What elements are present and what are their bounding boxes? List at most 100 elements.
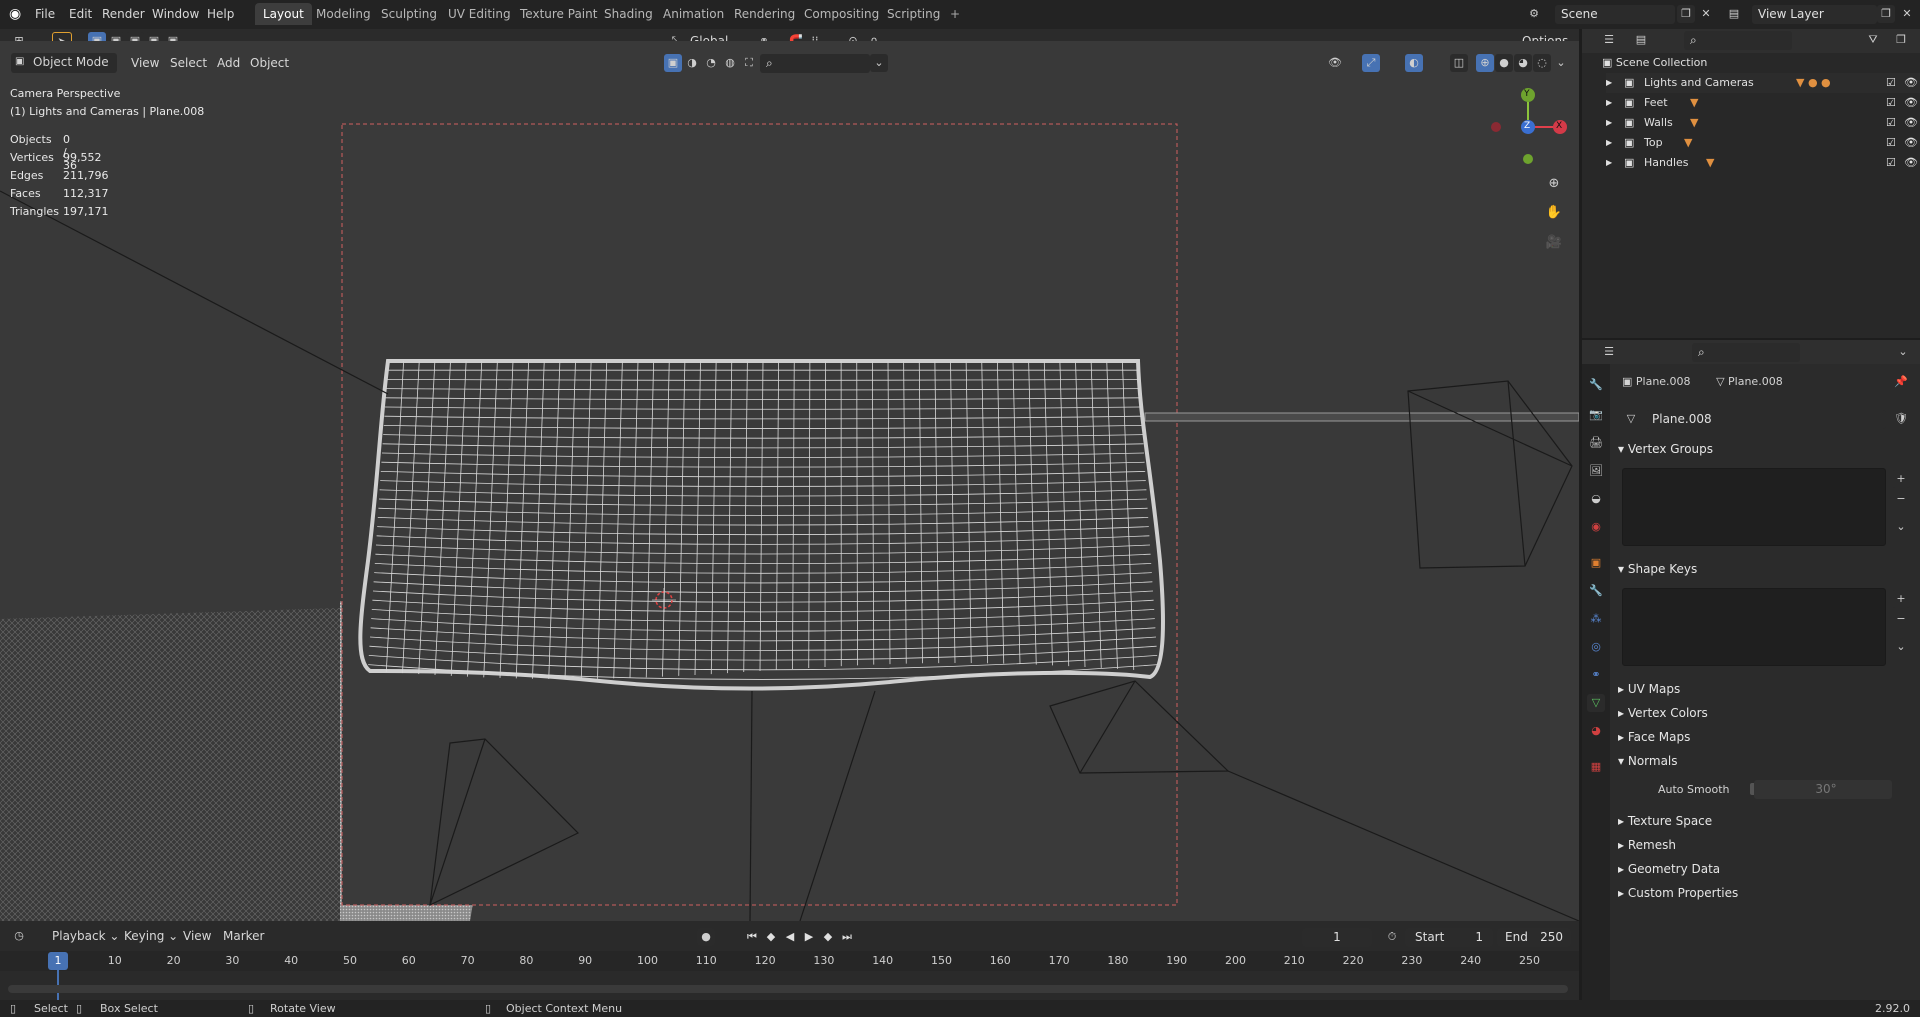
- add-vertex-group-icon[interactable]: +: [1892, 470, 1910, 488]
- tab-animation[interactable]: Animation: [655, 3, 732, 25]
- shading-wireframe-icon[interactable]: ⊕: [1476, 54, 1494, 72]
- outliner-row-lights-and-cameras[interactable]: ▶ ▣ Lights and Cameras ▼ ● ● ☑ 👁: [1606, 73, 1920, 93]
- world-tab-icon[interactable]: ◉: [1587, 518, 1605, 536]
- pin-icon[interactable]: 📌: [1892, 373, 1910, 391]
- expand-arrow-icon[interactable]: ▶: [1606, 133, 1612, 153]
- blender-logo-icon[interactable]: ◉: [9, 6, 25, 22]
- panel-vertex-colors[interactable]: ▸ Vertex Colors: [1618, 702, 1908, 724]
- 3d-viewport[interactable]: Camera Perspective (1) Lights and Camera…: [0, 41, 1579, 921]
- properties-editor-icon[interactable]: ☰: [1600, 343, 1618, 361]
- filter-box-icon[interactable]: ▣: [664, 54, 682, 72]
- filter-dropdown-icon[interactable]: ⌄: [870, 54, 888, 72]
- view-layer-field[interactable]: View Layer: [1752, 5, 1877, 24]
- navigation-gizmo[interactable]: Y X Z: [1488, 87, 1568, 167]
- tab-scripting[interactable]: Scripting: [879, 3, 948, 25]
- panel-geometry-data[interactable]: ▸ Geometry Data: [1618, 858, 1908, 880]
- panel-texture-space[interactable]: ▸ Texture Space: [1618, 810, 1908, 832]
- vertex-groups-list[interactable]: [1622, 468, 1886, 546]
- auto-smooth-angle-field[interactable]: 30°: [1754, 780, 1892, 799]
- remove-vertex-group-icon[interactable]: −: [1892, 490, 1910, 508]
- panel-remesh[interactable]: ▸ Remesh: [1618, 834, 1908, 856]
- play-reverse-icon[interactable]: ◀: [783, 930, 797, 944]
- properties-search-input[interactable]: ⌕: [1692, 343, 1800, 362]
- panel-normals[interactable]: ▾ Normals: [1618, 750, 1908, 772]
- output-tab-icon[interactable]: 🖨: [1587, 434, 1605, 452]
- filter-curve-icon[interactable]: ◔: [702, 54, 720, 72]
- expand-arrow-icon[interactable]: ▶: [1606, 113, 1612, 133]
- shading-material-icon[interactable]: ◕: [1514, 54, 1532, 72]
- properties-editor[interactable]: ☰ ⌕ ⌄ ▣ Plane.008 ▽ Plane.008 📌 ▽ Plane.…: [1582, 340, 1920, 1000]
- constraints-tab-icon[interactable]: ⚭: [1587, 666, 1605, 684]
- tab-texture-paint[interactable]: Texture Paint: [512, 3, 605, 25]
- next-keyframe-icon[interactable]: ◆: [821, 930, 835, 944]
- render-tab-icon[interactable]: 📷: [1587, 406, 1605, 424]
- jump-start-icon[interactable]: ⏮: [745, 930, 759, 944]
- tab-modeling[interactable]: Modeling: [308, 3, 379, 25]
- remove-shape-key-icon[interactable]: −: [1892, 610, 1910, 628]
- menu-edit[interactable]: Edit: [62, 4, 99, 24]
- shape-keys-list[interactable]: [1622, 588, 1886, 666]
- playback-menu[interactable]: Playback ⌄: [52, 926, 119, 946]
- outliner-row-feet[interactable]: ▶ ▣ Feet ▼ ☑ 👁: [1606, 93, 1920, 113]
- exclude-checkbox[interactable]: ☑: [1886, 73, 1896, 93]
- outliner-editor-icon[interactable]: ☰: [1600, 31, 1618, 49]
- add-workspace-button[interactable]: +: [942, 3, 968, 25]
- outliner-row-walls[interactable]: ▶ ▣ Walls ▼ ☑ 👁: [1606, 113, 1920, 133]
- vertex-group-specials-icon[interactable]: ⌄: [1892, 518, 1910, 536]
- outliner-row-top[interactable]: ▶ ▣ Top ▼ ☑ 👁: [1606, 133, 1920, 153]
- marker-menu[interactable]: Marker: [223, 926, 264, 946]
- shape-key-specials-icon[interactable]: ⌄: [1892, 638, 1910, 656]
- add-menu[interactable]: Add: [217, 53, 240, 73]
- expand-arrow-icon[interactable]: ▶: [1606, 93, 1612, 113]
- panel-shape-keys[interactable]: ▾ Shape Keys: [1618, 558, 1908, 580]
- panel-custom-properties[interactable]: ▸ Custom Properties: [1618, 882, 1908, 904]
- camera-view-icon[interactable]: 🎥: [1545, 234, 1563, 252]
- record-icon[interactable]: ●: [697, 928, 715, 946]
- tab-compositing[interactable]: Compositing: [796, 3, 887, 25]
- exclude-checkbox[interactable]: ☑: [1886, 113, 1896, 133]
- panel-vertex-groups[interactable]: ▾ Vertex Groups: [1618, 438, 1908, 460]
- exclude-checkbox[interactable]: ☑: [1886, 93, 1896, 113]
- panel-uv-maps[interactable]: ▸ UV Maps: [1618, 678, 1908, 700]
- select-menu[interactable]: Select: [170, 53, 207, 73]
- tab-sculpting[interactable]: Sculpting: [373, 3, 445, 25]
- tool-tab-icon[interactable]: 🔧: [1587, 376, 1605, 394]
- material-tab-icon[interactable]: ◕: [1587, 722, 1605, 740]
- menu-help[interactable]: Help: [200, 4, 241, 24]
- display-mode-icon[interactable]: ▤: [1632, 31, 1650, 49]
- object-menu[interactable]: Object: [250, 53, 289, 73]
- texture-tab-icon[interactable]: ▦: [1587, 758, 1605, 776]
- scene-selector-icon[interactable]: ⚙: [1525, 5, 1543, 23]
- delete-scene-icon[interactable]: ✕: [1697, 5, 1715, 23]
- physics-tab-icon[interactable]: ◎: [1587, 638, 1605, 656]
- outliner[interactable]: ☰ ▤ ⌕ ⛛ ❐ ▣ Scene Collection ▶ ▣ Lights …: [1582, 29, 1920, 338]
- menu-file[interactable]: File: [28, 4, 62, 24]
- view-layer-selector-icon[interactable]: ▤: [1725, 5, 1743, 23]
- outliner-row-handles[interactable]: ▶ ▣ Handles ▼ ☑ 👁: [1606, 153, 1920, 173]
- modifier-tab-icon[interactable]: 🔧: [1587, 582, 1605, 600]
- filter-camera-icon[interactable]: ⛶: [740, 54, 758, 72]
- eye-icon[interactable]: 👁: [1904, 153, 1918, 173]
- add-shape-key-icon[interactable]: +: [1892, 590, 1910, 608]
- timeline[interactable]: ◷ Playback ⌄ Keying ⌄ View Marker ● ⏮ ◆ …: [0, 921, 1579, 1000]
- expand-arrow-icon[interactable]: ▶: [1606, 73, 1612, 93]
- prev-keyframe-icon[interactable]: ◆: [764, 930, 778, 944]
- pan-hand-icon[interactable]: ✋: [1545, 204, 1563, 222]
- eye-icon[interactable]: 👁: [1904, 73, 1918, 93]
- shading-rendered-icon[interactable]: ◌: [1533, 54, 1551, 72]
- panel-face-maps[interactable]: ▸ Face Maps: [1618, 726, 1908, 748]
- mesh-name-field[interactable]: Plane.008: [1646, 410, 1886, 429]
- current-frame-field[interactable]: 1: [1302, 928, 1372, 947]
- mesh-browse-icon[interactable]: ▽: [1622, 410, 1640, 428]
- jump-end-icon[interactable]: ⏭: [840, 930, 854, 944]
- exclude-checkbox[interactable]: ☑: [1886, 153, 1896, 173]
- properties-options-icon[interactable]: ⌄: [1894, 343, 1912, 361]
- eye-icon[interactable]: 👁: [1904, 113, 1918, 133]
- new-collection-icon[interactable]: ❐: [1892, 31, 1910, 49]
- filter-light-icon[interactable]: ◍: [721, 54, 739, 72]
- particles-tab-icon[interactable]: ⁂: [1587, 610, 1605, 628]
- timeline-view-menu[interactable]: View: [183, 926, 211, 946]
- menu-window[interactable]: Window: [145, 4, 206, 24]
- object-tab-icon[interactable]: ▣: [1587, 554, 1605, 572]
- keying-menu[interactable]: Keying ⌄: [124, 926, 178, 946]
